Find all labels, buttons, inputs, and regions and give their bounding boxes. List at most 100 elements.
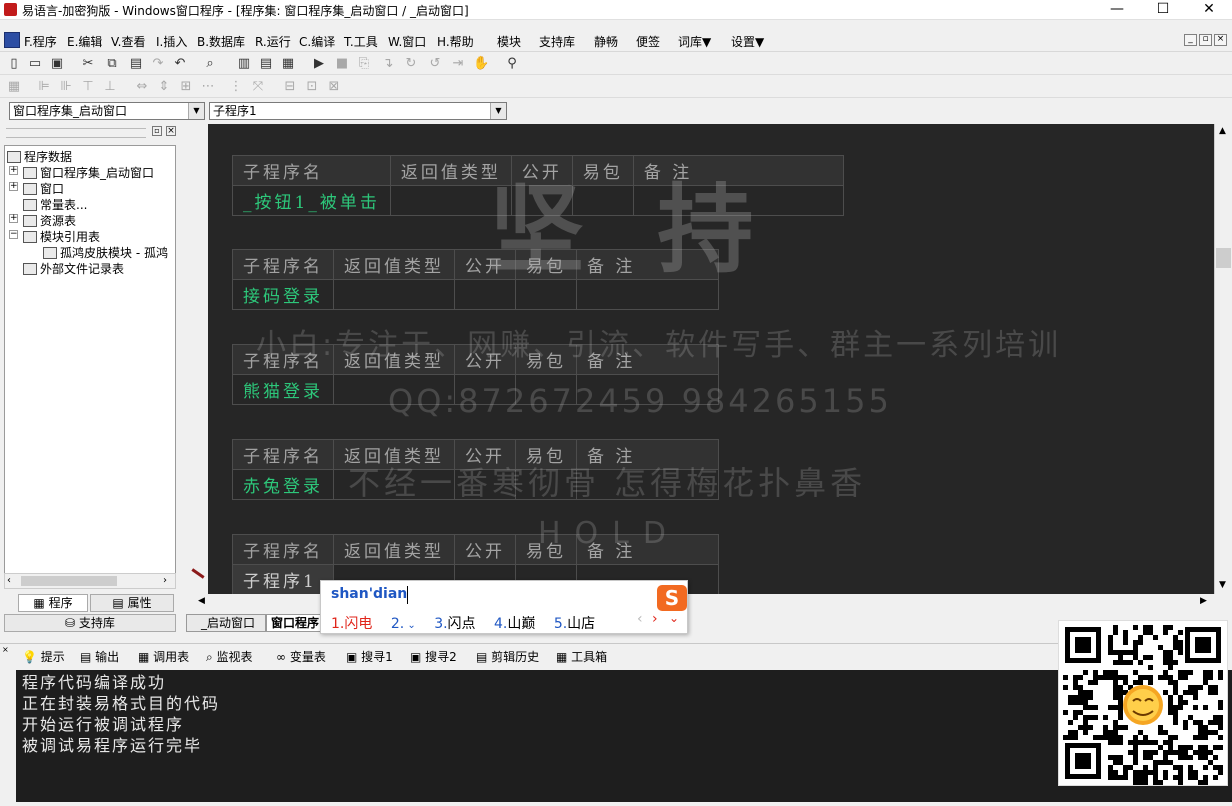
save-icon[interactable]: ▣ xyxy=(49,56,65,72)
ime-candidate-1[interactable]: 1.闪电 xyxy=(331,616,372,632)
pane-close-icon[interactable]: × xyxy=(166,126,176,136)
h-space-icon[interactable]: ⋯ xyxy=(200,79,216,95)
run-to-cursor-icon[interactable]: ⇥ xyxy=(450,56,466,72)
mdi-close-icon[interactable]: × xyxy=(1214,34,1227,46)
editor-vscrollbar[interactable]: ▲ ▼ xyxy=(1214,124,1232,594)
pane-pin-icon[interactable]: ▫ xyxy=(152,126,162,136)
scroll-thumb[interactable] xyxy=(1216,248,1231,268)
sub-name[interactable]: 接码登录 xyxy=(232,279,334,310)
align-bottom-icon[interactable]: ⊥ xyxy=(102,79,118,95)
sub-name-editing[interactable]: 子程序1 xyxy=(232,564,334,594)
menu-insert[interactable]: I.插入 xyxy=(156,33,187,50)
layout1-icon[interactable]: ▥ xyxy=(236,56,252,72)
menu-help[interactable]: H.帮助 xyxy=(437,33,474,50)
menu-support-lib[interactable]: 支持库 xyxy=(539,33,575,50)
center-h-icon[interactable]: ⊟ xyxy=(282,79,298,95)
new-file-icon[interactable]: ▯ xyxy=(6,56,22,72)
menu-wordlib[interactable]: 词库▼ xyxy=(678,33,711,50)
sub-name[interactable]: 熊猫登录 xyxy=(232,374,334,405)
binoculars-icon[interactable]: ⚲ xyxy=(504,56,520,72)
step-out-icon[interactable]: ↺ xyxy=(427,56,443,72)
tab-order-icon[interactable]: ⊠ xyxy=(326,79,342,95)
expand-icon[interactable]: + xyxy=(9,182,18,191)
layout3-icon[interactable]: ▦ xyxy=(280,56,296,72)
menu-database[interactable]: B.数据库 xyxy=(197,33,245,50)
ime-next-icon[interactable]: › xyxy=(652,611,658,627)
center-v-icon[interactable]: ⊡ xyxy=(304,79,320,95)
close-button[interactable]: ✕ xyxy=(1186,0,1232,20)
class-combo[interactable]: 窗口程序集_启动窗口 ▼ xyxy=(9,102,205,120)
scroll-down-icon[interactable]: ▼ xyxy=(1219,580,1226,590)
open-folder-icon[interactable]: ▭ xyxy=(27,56,43,72)
find-icon[interactable]: ⌕ xyxy=(202,56,218,72)
ime-candidate-2[interactable]: 2. ⌄ xyxy=(391,616,416,632)
tab-program[interactable]: ▦ 程序 xyxy=(18,594,88,612)
menu-window[interactable]: W.窗口 xyxy=(388,33,426,50)
menu-edit[interactable]: E.编辑 xyxy=(67,33,102,50)
undo-icon[interactable]: ↶ xyxy=(172,56,188,72)
tab-support-lib[interactable]: ⛁ 支持库 xyxy=(4,614,176,632)
tree-item-skin-module[interactable]: 孤鸿皮肤模块 - 孤鸿 xyxy=(43,244,168,261)
pane-grip[interactable] xyxy=(6,128,146,138)
sub-combo[interactable]: 子程序1 ▼ xyxy=(209,102,507,120)
align-grid-icon[interactable]: ▦ xyxy=(6,79,22,95)
tree-item-window[interactable]: 窗口 xyxy=(23,180,64,197)
scroll-up-icon[interactable]: ▲ xyxy=(1219,126,1226,136)
scroll-thumb[interactable] xyxy=(21,576,117,586)
same-height-icon[interactable]: ⇕ xyxy=(156,79,172,95)
doc-tab-window-program[interactable]: 窗口程序 xyxy=(266,614,326,632)
v-space-icon[interactable]: ⋮ xyxy=(228,79,244,95)
layout2-icon[interactable]: ▤ xyxy=(258,56,274,72)
stop-icon[interactable]: ■ xyxy=(334,56,350,72)
tree-item-external-files[interactable]: 外部文件记录表 xyxy=(23,260,124,277)
chevron-down-icon[interactable]: ▼ xyxy=(188,103,204,119)
output-close-icon[interactable]: × xyxy=(2,646,10,654)
align-left-icon[interactable]: ⊫ xyxy=(36,79,52,95)
scroll-left-icon[interactable]: ◀ xyxy=(198,596,205,606)
step1-icon[interactable]: ⎘ xyxy=(356,56,372,72)
tree-root[interactable]: 程序数据 xyxy=(7,148,72,165)
menu-notes[interactable]: 便签 xyxy=(636,33,660,50)
ime-candidate-5[interactable]: 5.山店 xyxy=(554,616,595,632)
tab-search2[interactable]: ▣ 搜寻2 xyxy=(410,648,457,665)
chevron-down-icon[interactable]: ▼ xyxy=(490,103,506,119)
code-editor[interactable]: 子程序名 返回值类型 公开 易包备 注 _按钮1_被单击 子程序名 返回值类型 公开 易包备… xyxy=(208,124,1214,594)
same-width-icon[interactable]: ⇔ xyxy=(134,79,150,95)
tab-search1[interactable]: ▣ 搜寻1 xyxy=(346,648,393,665)
ime-candidate-3[interactable]: 3.闪点 xyxy=(434,616,475,632)
tab-toolbox[interactable]: ▦ 工具箱 xyxy=(556,648,607,665)
ime-expand-icon[interactable]: ⌄ xyxy=(669,611,679,625)
menu-jingchang[interactable]: 静畅 xyxy=(594,33,618,50)
tree-item-modules[interactable]: 模块引用表 xyxy=(23,228,100,245)
paste-icon[interactable]: ▤ xyxy=(128,56,144,72)
mdi-restore-icon[interactable]: ▫ xyxy=(1199,34,1212,46)
collapse-icon[interactable]: − xyxy=(9,230,18,239)
tree-hscrollbar[interactable]: ‹ › xyxy=(4,573,176,589)
menu-settings[interactable]: 设置▼ xyxy=(731,33,764,50)
menu-run[interactable]: R.运行 xyxy=(255,33,291,50)
expand-icon[interactable]: + xyxy=(9,214,18,223)
ime-candidate-4[interactable]: 4.山巅 xyxy=(494,616,535,632)
tab-output[interactable]: ▤ 输出 xyxy=(80,648,119,665)
tree-item-constants[interactable]: 常量表... xyxy=(23,196,87,213)
expand-icon[interactable]: + xyxy=(9,166,18,175)
align-center-icon[interactable]: ⊪ xyxy=(58,79,74,95)
run-icon[interactable]: ▶ xyxy=(311,56,327,72)
sub-name[interactable]: _按钮1_被单击 xyxy=(232,185,391,216)
tab-callstack[interactable]: ▦ 调用表 xyxy=(138,648,189,665)
menu-compile[interactable]: C.编译 xyxy=(299,33,335,50)
menu-tools[interactable]: T.工具 xyxy=(344,33,378,50)
mdi-minimize-icon[interactable]: _ xyxy=(1184,34,1197,46)
cut-icon[interactable]: ✂ xyxy=(80,56,96,72)
tab-clip-history[interactable]: ▤ 剪辑历史 xyxy=(476,648,539,665)
tree-item-class[interactable]: 窗口程序集_启动窗口 xyxy=(23,164,154,181)
scroll-left-icon[interactable]: ‹ xyxy=(7,575,11,586)
scroll-right-icon[interactable]: ▶ xyxy=(1200,596,1207,606)
tab-variables[interactable]: ∞ 变量表 xyxy=(276,648,326,665)
copy-icon[interactable]: ⧉ xyxy=(104,56,120,72)
scroll-right-icon[interactable]: › xyxy=(163,575,167,586)
ime-prev-icon[interactable]: ‹ xyxy=(637,611,643,627)
maximize-button[interactable]: ☐ xyxy=(1140,0,1186,20)
step-over-icon[interactable]: ↻ xyxy=(403,56,419,72)
hand-icon[interactable]: ✋ xyxy=(473,56,489,72)
